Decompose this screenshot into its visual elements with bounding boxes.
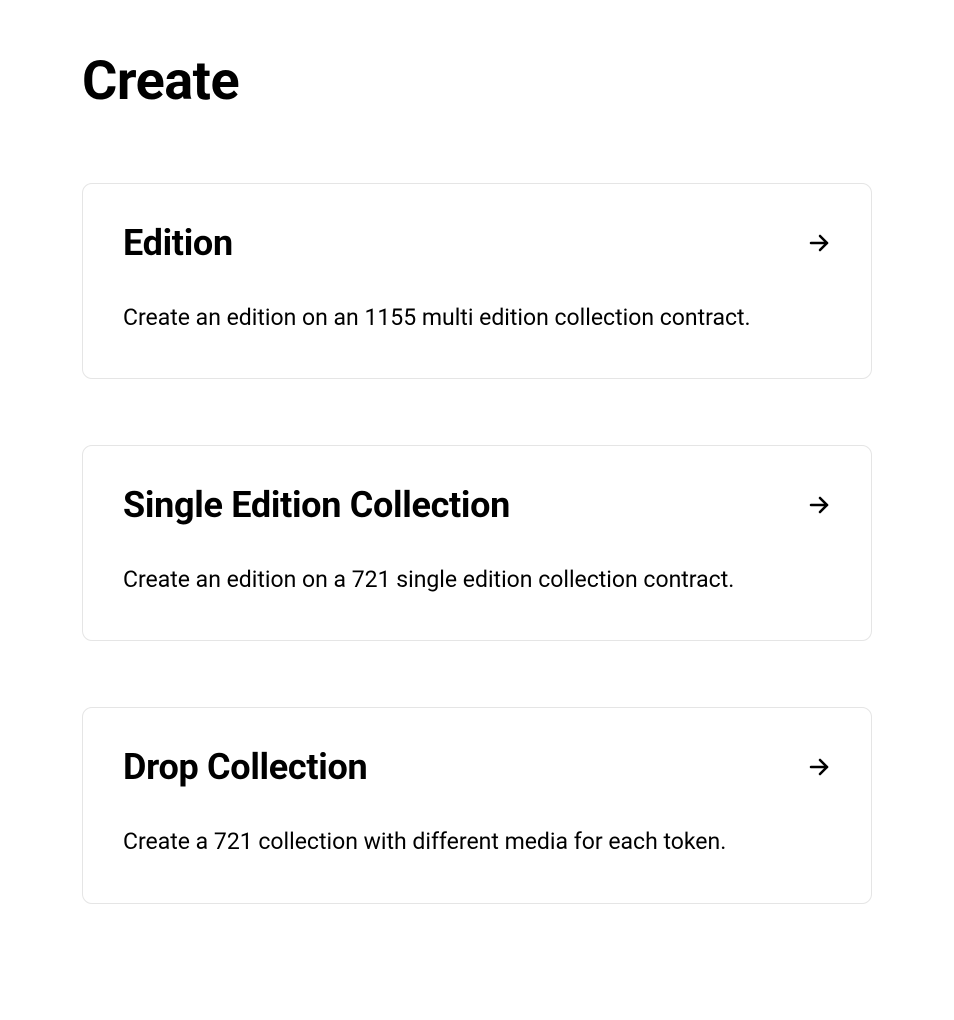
- card-title: Edition: [123, 222, 233, 264]
- card-single-edition-collection[interactable]: Single Edition Collection Create an edit…: [82, 445, 872, 641]
- arrow-right-icon: [807, 755, 831, 779]
- arrow-right-icon: [807, 231, 831, 255]
- arrow-right-icon: [807, 493, 831, 517]
- card-drop-collection[interactable]: Drop Collection Create a 721 collection …: [82, 707, 872, 903]
- card-description: Create a 721 collection with different m…: [123, 826, 831, 858]
- card-header: Edition: [123, 222, 831, 264]
- card-edition[interactable]: Edition Create an edition on an 1155 mul…: [82, 183, 872, 379]
- card-header: Single Edition Collection: [123, 484, 831, 526]
- card-title: Drop Collection: [123, 746, 367, 788]
- card-description: Create an edition on an 1155 multi editi…: [123, 302, 831, 334]
- card-title: Single Edition Collection: [123, 484, 510, 526]
- card-header: Drop Collection: [123, 746, 831, 788]
- page-title: Create: [82, 50, 872, 113]
- card-description: Create an edition on a 721 single editio…: [123, 564, 831, 596]
